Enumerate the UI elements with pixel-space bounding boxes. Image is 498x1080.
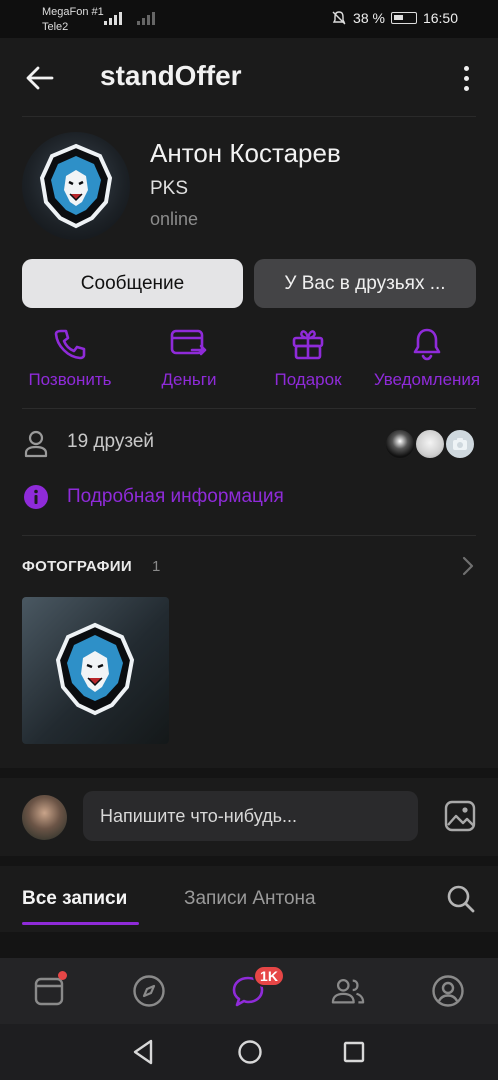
divider xyxy=(22,535,476,536)
page-title: standOffer xyxy=(100,60,242,91)
carrier-2: Tele2 xyxy=(42,21,69,33)
battery-icon xyxy=(390,12,417,24)
app-header: standOffer xyxy=(0,38,498,116)
system-navigation xyxy=(0,1024,498,1080)
status-right: 38 % 16:50 xyxy=(331,10,458,26)
signal-strength-2-icon xyxy=(137,11,155,25)
bell-icon xyxy=(413,328,441,361)
gift-action[interactable]: Подарок xyxy=(249,326,367,390)
news-notification-dot xyxy=(58,971,67,980)
gift-label: Подарок xyxy=(274,370,342,389)
nav-discover[interactable] xyxy=(132,974,166,1008)
friends-status-button[interactable]: У Вас в друзьях ... xyxy=(254,259,476,308)
person-icon xyxy=(24,430,48,458)
divider xyxy=(22,408,476,409)
my-avatar xyxy=(22,795,67,840)
dot-icon xyxy=(463,75,469,81)
carrier-info: MegaFon #1 Tele2 xyxy=(42,5,104,35)
mute-bell-icon xyxy=(332,11,346,25)
news-feed-icon xyxy=(34,977,64,1006)
system-back-button[interactable] xyxy=(131,1039,155,1070)
money-label: Деньги xyxy=(161,370,217,389)
feed-area xyxy=(0,932,498,958)
bottom-navigation: 1K xyxy=(0,958,498,1024)
profile-subtitle: PKS xyxy=(150,178,189,199)
back-button[interactable] xyxy=(20,58,60,98)
photos-count: 1 xyxy=(152,558,161,575)
profile-name: Антон Костарев xyxy=(150,138,341,168)
active-tab-indicator xyxy=(22,922,139,925)
posts-tabs: Все записи Записи Антона xyxy=(0,866,498,932)
attach-photo-button[interactable] xyxy=(444,800,476,837)
tab-owner-posts[interactable]: Записи Антона xyxy=(184,888,316,910)
dot-icon xyxy=(463,85,469,91)
profile-icon xyxy=(432,975,464,1007)
gift-icon xyxy=(292,330,324,360)
circle-home-icon xyxy=(238,1040,262,1064)
tab-all-posts[interactable]: Все записи xyxy=(22,888,127,910)
clock: 16:50 xyxy=(422,10,458,26)
card-transfer-icon xyxy=(170,329,207,356)
divider xyxy=(22,116,476,117)
lion-logo-icon xyxy=(39,143,113,229)
image-icon xyxy=(444,800,476,832)
system-recents-button[interactable] xyxy=(342,1039,366,1070)
notifications-label: Уведомления xyxy=(373,370,481,389)
messages-badge: 1K xyxy=(253,965,285,987)
detailed-info-label: Подробная информация xyxy=(67,486,284,507)
square-recents-icon xyxy=(343,1041,365,1063)
profile-section: Антон Костарев PKS online Сообщение У Ва… xyxy=(0,116,498,768)
friend-avatar xyxy=(414,428,446,460)
compass-icon xyxy=(133,975,165,1007)
carrier-1: MegaFon #1 xyxy=(42,6,104,18)
online-status: online xyxy=(150,209,199,229)
friends-row[interactable]: 19 друзей xyxy=(22,428,476,468)
photos-open-button[interactable] xyxy=(462,556,474,581)
friend-avatar xyxy=(384,428,416,460)
nav-news[interactable] xyxy=(32,971,67,1008)
info-icon xyxy=(24,485,48,509)
friends-count: 19 друзей xyxy=(67,431,155,452)
camera-icon xyxy=(453,438,467,450)
triangle-back-icon xyxy=(133,1039,153,1065)
friends-icon xyxy=(331,979,365,1004)
battery-percent: 38 % xyxy=(353,10,385,26)
nav-profile[interactable] xyxy=(431,974,465,1008)
profile-avatar[interactable] xyxy=(22,132,130,240)
compose-bar: Напишите что-нибудь... xyxy=(0,778,498,856)
more-options-button[interactable] xyxy=(452,60,480,96)
notifications-action[interactable]: Уведомления xyxy=(368,326,486,390)
search-icon xyxy=(447,885,475,913)
call-label: Позвонить xyxy=(28,370,112,389)
nav-friends[interactable] xyxy=(331,974,365,1008)
dot-icon xyxy=(463,65,469,71)
photo-thumbnail[interactable] xyxy=(22,597,169,744)
signal-strength-icon xyxy=(104,11,122,25)
call-action[interactable]: Позвонить xyxy=(11,326,129,390)
nav-messages[interactable]: 1K xyxy=(231,965,285,1008)
search-posts-button[interactable] xyxy=(446,884,476,919)
lion-logo-icon xyxy=(55,622,135,716)
money-action[interactable]: Деньги xyxy=(130,326,248,390)
system-home-button[interactable] xyxy=(237,1039,263,1070)
arrow-left-icon xyxy=(26,66,54,90)
phone-icon xyxy=(54,329,86,360)
message-button[interactable]: Сообщение xyxy=(22,259,243,308)
status-bar: MegaFon #1 Tele2 38 % 16:50 xyxy=(0,0,498,38)
photos-title: ФОТОГРАФИИ xyxy=(22,558,132,575)
chevron-right-icon xyxy=(462,556,474,576)
friend-avatar-placeholder xyxy=(444,428,476,460)
post-input[interactable]: Напишите что-нибудь... xyxy=(83,791,418,841)
